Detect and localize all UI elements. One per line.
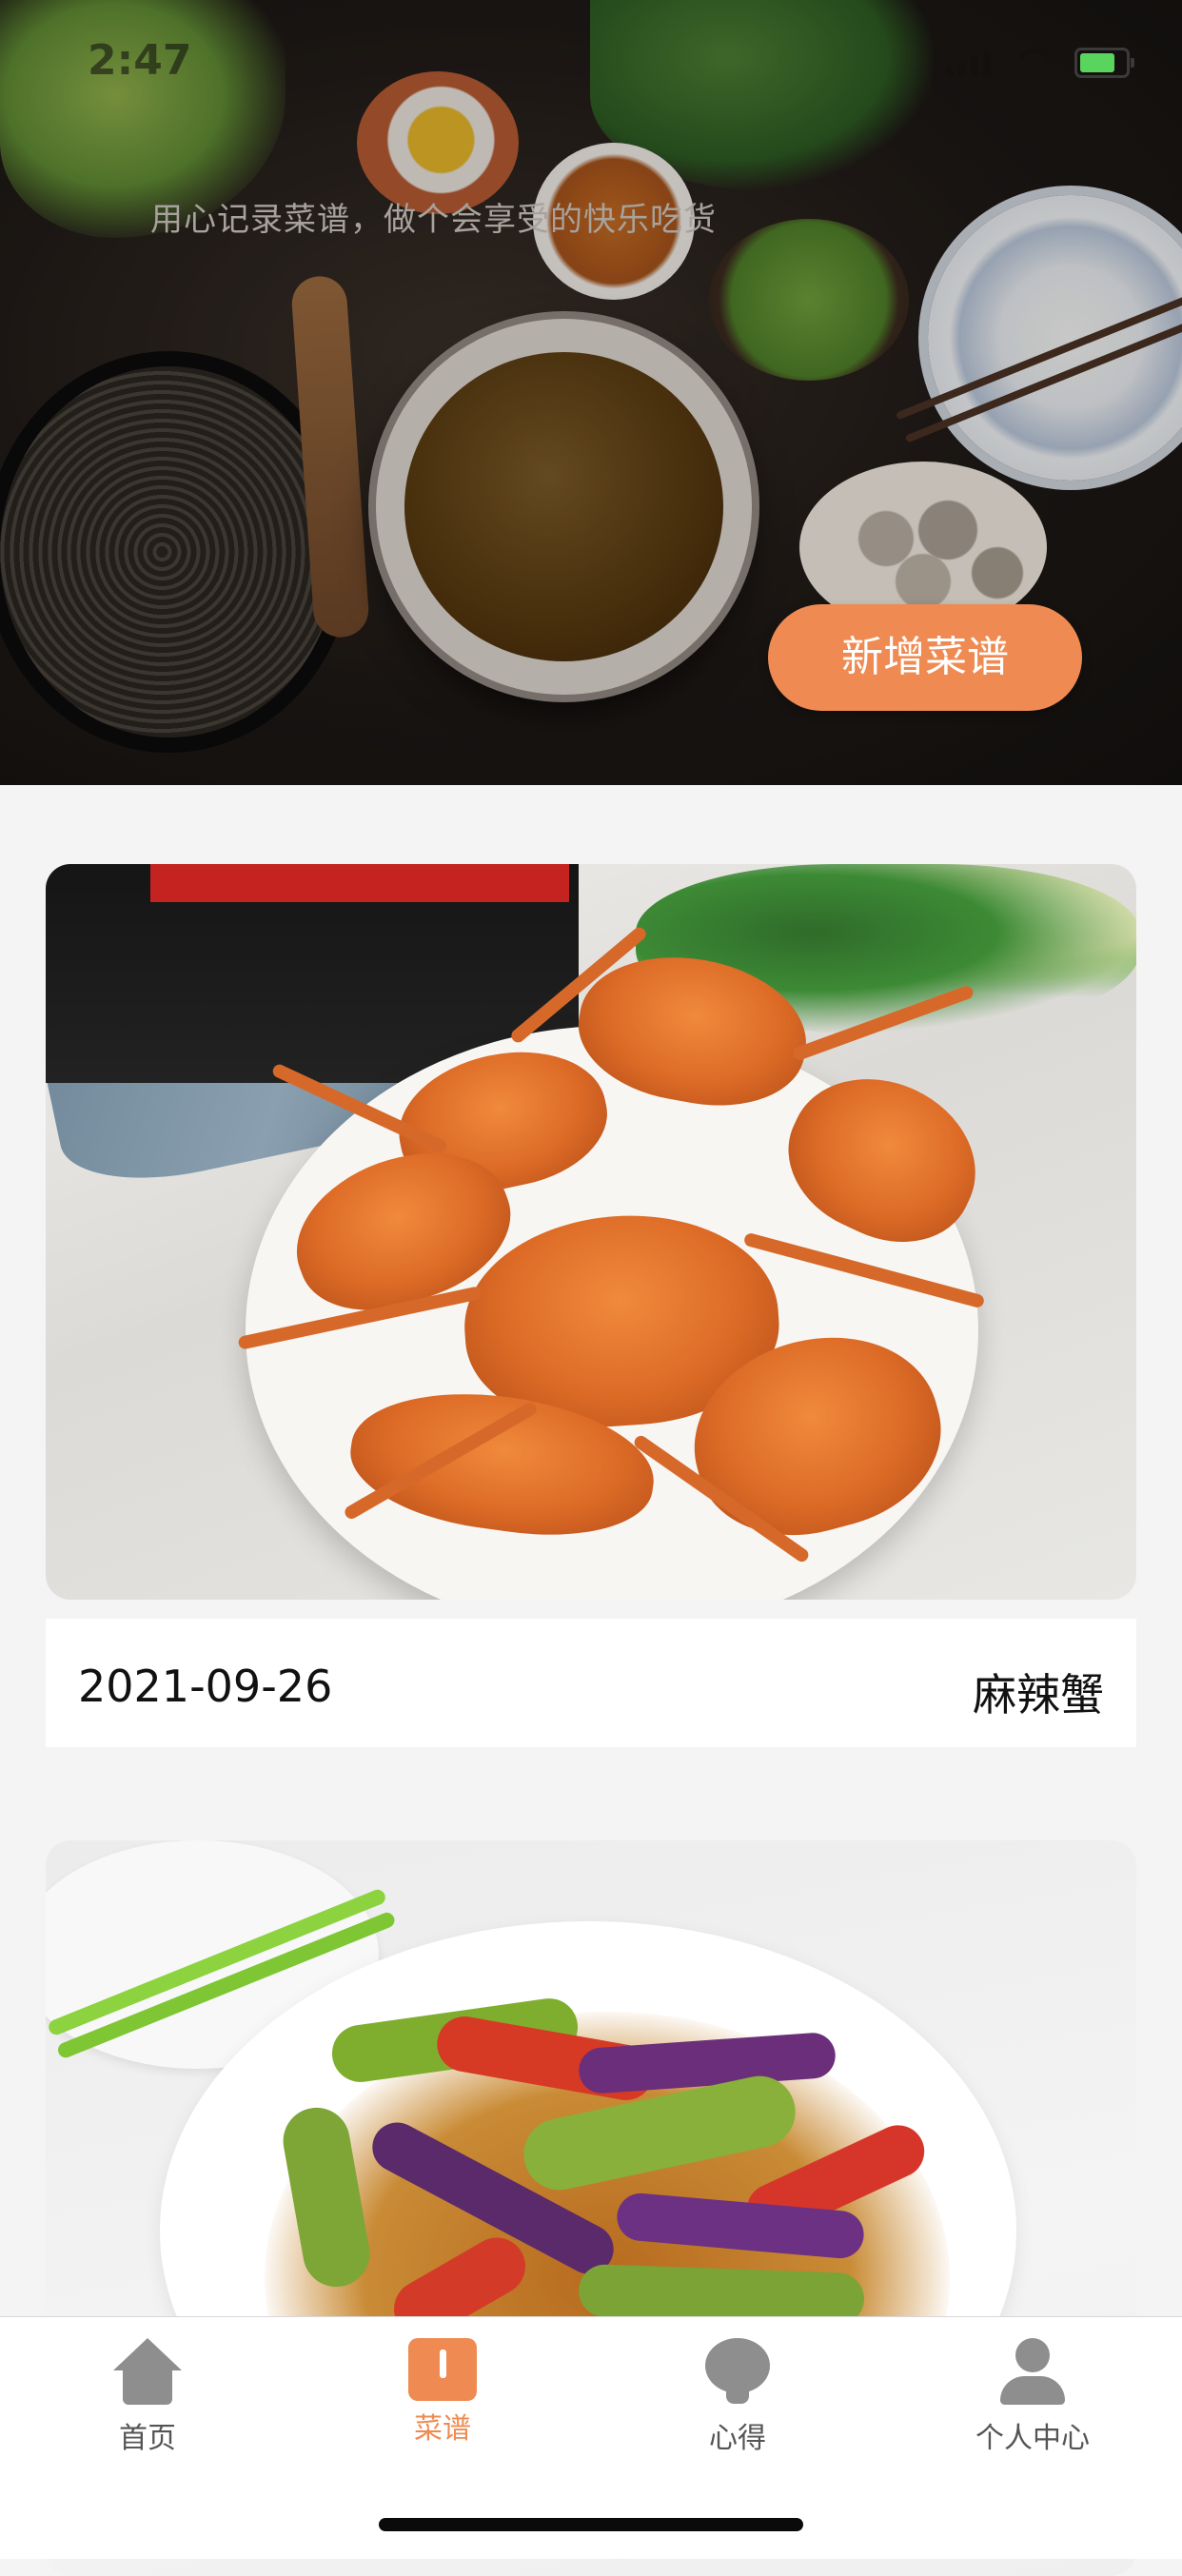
recipe-card[interactable]: 2021-09-26 麻辣蟹 [46, 864, 1136, 1747]
home-indicator[interactable] [379, 2518, 803, 2531]
tab-recipes[interactable]: 菜谱 [295, 2338, 590, 2462]
status-bar: 2:47 [0, 0, 1182, 126]
tab-profile-label: 个人中心 [975, 2422, 1090, 2455]
tab-insights-label: 心得 [709, 2422, 766, 2455]
status-icons [946, 48, 1134, 78]
book-icon [408, 2338, 477, 2401]
recipe-info[interactable]: 2021-09-26 麻辣蟹 [46, 1619, 1136, 1747]
person-icon [996, 2338, 1069, 2410]
battery-icon [1074, 48, 1134, 78]
tab-home[interactable]: 首页 [0, 2338, 295, 2462]
wifi-icon [1012, 49, 1059, 77]
tab-profile[interactable]: 个人中心 [885, 2338, 1180, 2462]
recipe-date: 2021-09-26 [78, 1661, 333, 1712]
recipe-name: 麻辣蟹 [973, 1669, 1104, 1721]
tab-recipes-label: 菜谱 [414, 2412, 471, 2446]
tab-insights[interactable]: 心得 [590, 2338, 885, 2462]
lightbulb-icon [701, 2338, 774, 2410]
signal-icon [946, 49, 991, 76]
recipe-photo-spicy-crab[interactable] [46, 864, 1136, 1600]
add-recipe-button[interactable]: 新增菜谱 [768, 604, 1082, 711]
tab-home-label: 首页 [119, 2422, 176, 2455]
home-icon [111, 2338, 184, 2410]
status-time: 2:47 [88, 36, 192, 85]
hero-tagline: 用心记录菜谱，做个会享受的快乐吃货 [150, 201, 717, 239]
